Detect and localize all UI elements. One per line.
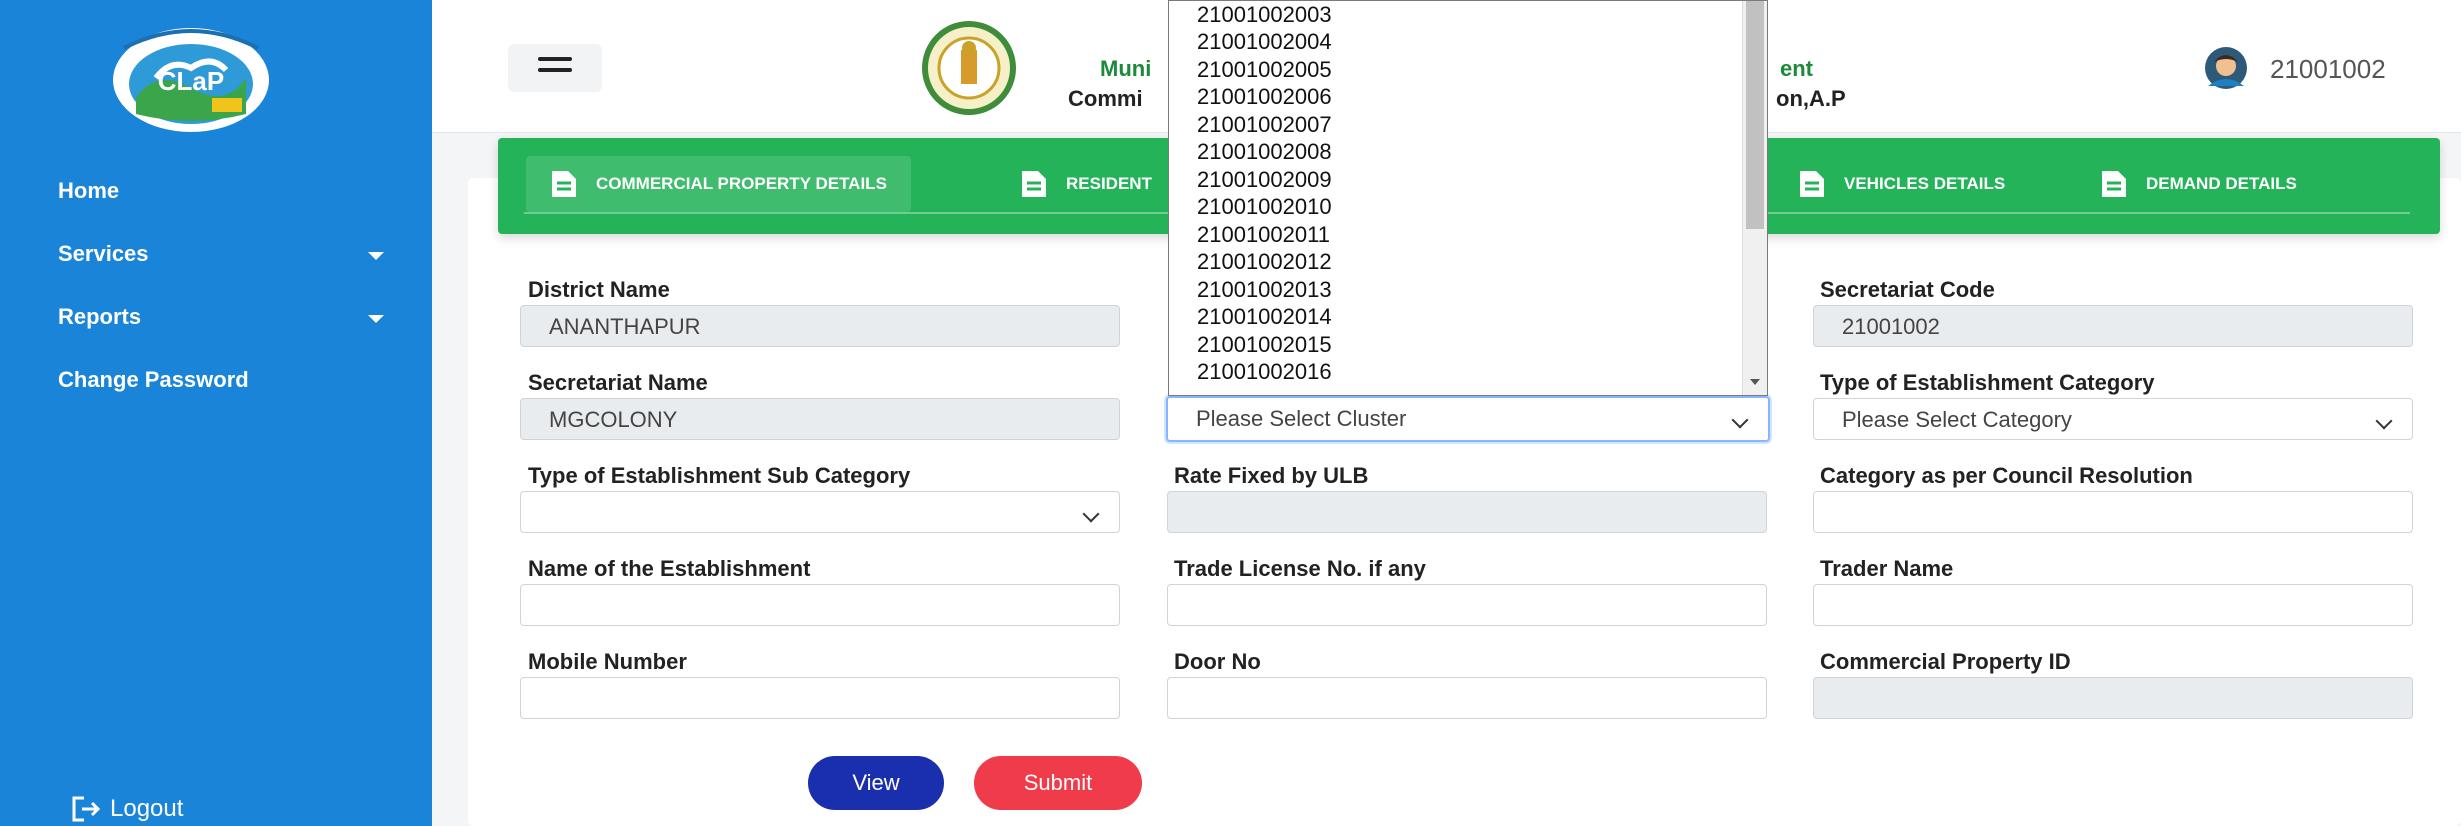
secretariat-name-field[interactable]: MGCOLONY [520,398,1120,440]
dropdown-option[interactable]: 21001002007 [1197,112,1332,138]
tab-vehicles-details[interactable]: VEHICLES DETAILS [1798,156,2005,212]
district-name-label: District Name [528,277,670,302]
services-caret-icon[interactable] [368,252,384,260]
sidebar-item-reports[interactable]: Reports [58,304,141,330]
cluster-dropdown-list[interactable]: 21001002003 21001002004 21001002005 2100… [1168,0,1768,396]
header-title-line1-left: Muni [1100,56,1152,81]
door-no-label: Door No [1174,649,1261,674]
header-title-line2-left: Commi [1068,86,1143,111]
tab-commercial-property-details[interactable]: COMMERCIAL PROPERTY DETAILS [526,156,911,212]
dropdown-option[interactable]: 21001002004 [1197,29,1332,55]
scroll-down-arrow-icon[interactable] [1750,379,1760,385]
dropdown-option[interactable]: 21001002005 [1197,57,1332,83]
secretariat-code-label: Secretariat Code [1820,277,1995,302]
trader-name-field[interactable] [1813,584,2413,626]
chevron-down-icon [2375,412,2393,430]
tab-label: RESIDENT [1066,174,1152,193]
rate-fixed-field[interactable] [1167,491,1767,533]
dropdown-option[interactable]: 21001002008 [1197,139,1332,165]
document-icon [1022,171,1046,197]
chevron-down-icon [1731,411,1749,429]
document-icon [2102,171,2126,197]
scrollbar-thumb[interactable] [1746,1,1764,229]
establishment-category-select[interactable]: Please Select Category [1813,398,2413,440]
view-button[interactable]: View [808,756,944,810]
mobile-number-field[interactable] [520,677,1120,719]
cluster-select-value: Please Select Cluster [1196,406,1407,431]
document-icon [1800,171,1824,197]
cluster-select[interactable]: Please Select Cluster [1166,396,1770,442]
logout-link[interactable]: Logout [70,794,183,824]
establishment-name-label: Name of the Establishment [528,556,811,581]
submit-button[interactable]: Submit [974,756,1142,810]
header-title-line1-right: ent [1780,56,1813,81]
logout-icon [72,796,101,822]
dropdown-option[interactable]: 21001002014 [1197,304,1332,330]
dropdown-option[interactable]: 21001002010 [1197,194,1332,220]
sidebar-item-services[interactable]: Services [58,241,149,267]
hamburger-icon [538,57,572,61]
dropdown-scrollbar[interactable] [1742,1,1767,395]
logout-label: Logout [110,795,184,822]
document-icon [552,171,576,197]
dropdown-option[interactable]: 21001002012 [1197,249,1332,275]
dropdown-option[interactable]: 21001002011 [1197,222,1330,248]
tab-resident[interactable]: RESIDENT [1020,156,1152,212]
trader-name-label: Trader Name [1820,556,1954,581]
council-category-field[interactable] [1813,491,2413,533]
rate-fixed-label: Rate Fixed by ULB [1174,463,1369,488]
establishment-sub-category-label: Type of Establishment Sub Category [528,463,911,488]
trade-license-label: Trade License No. if any [1174,556,1426,581]
tab-label: VEHICLES DETAILS [1844,174,2006,193]
chevron-down-icon [1082,505,1100,523]
establishment-sub-category-select[interactable] [520,491,1120,533]
secretariat-name-label: Secretariat Name [528,370,708,395]
reports-caret-icon[interactable] [368,315,384,323]
district-name-field[interactable]: ANANTHAPUR [520,305,1120,347]
tab-label: COMMERCIAL PROPERTY DETAILS [596,174,887,193]
ap-emblem-icon [922,21,1016,115]
menu-toggle-button[interactable] [508,44,602,92]
establishment-category-label: Type of Establishment Category [1820,370,2155,395]
dropdown-option[interactable]: 21001002013 [1197,277,1332,303]
establishment-category-value: Please Select Category [1842,407,2072,432]
user-id-label: 21001002 [2270,54,2386,84]
clap-logo: CLaP [113,28,269,132]
door-no-field[interactable] [1167,677,1767,719]
mobile-number-label: Mobile Number [528,649,687,674]
header-title-line2-right: on,A.P [1776,86,1846,111]
dropdown-option[interactable]: 21001002016 [1197,359,1332,385]
dropdown-option[interactable]: 21001002003 [1197,2,1332,28]
tab-demand-details[interactable]: DEMAND DETAILS [2100,156,2297,212]
secretariat-code-field[interactable]: 21001002 [1813,305,2413,347]
dropdown-option[interactable]: 21001002015 [1197,332,1332,358]
property-id-label: Commercial Property ID [1820,649,2071,674]
establishment-name-field[interactable] [520,584,1120,626]
page: CLaP Home Services Reports Change Passwo… [0,0,2461,826]
property-id-field[interactable] [1813,677,2413,719]
dropdown-option[interactable]: 21001002009 [1197,167,1332,193]
sidebar-item-change-password[interactable]: Change Password [58,367,249,393]
tab-label: DEMAND DETAILS [2146,174,2297,193]
sidebar: CLaP Home Services Reports Change Passwo… [0,0,432,826]
avatar[interactable] [2194,46,2258,90]
sidebar-item-home[interactable]: Home [58,178,119,204]
trade-license-field[interactable] [1167,584,1767,626]
logo-text: CLaP [158,66,224,96]
council-category-label: Category as per Council Resolution [1820,463,2193,488]
dropdown-option[interactable]: 21001002006 [1197,84,1332,110]
